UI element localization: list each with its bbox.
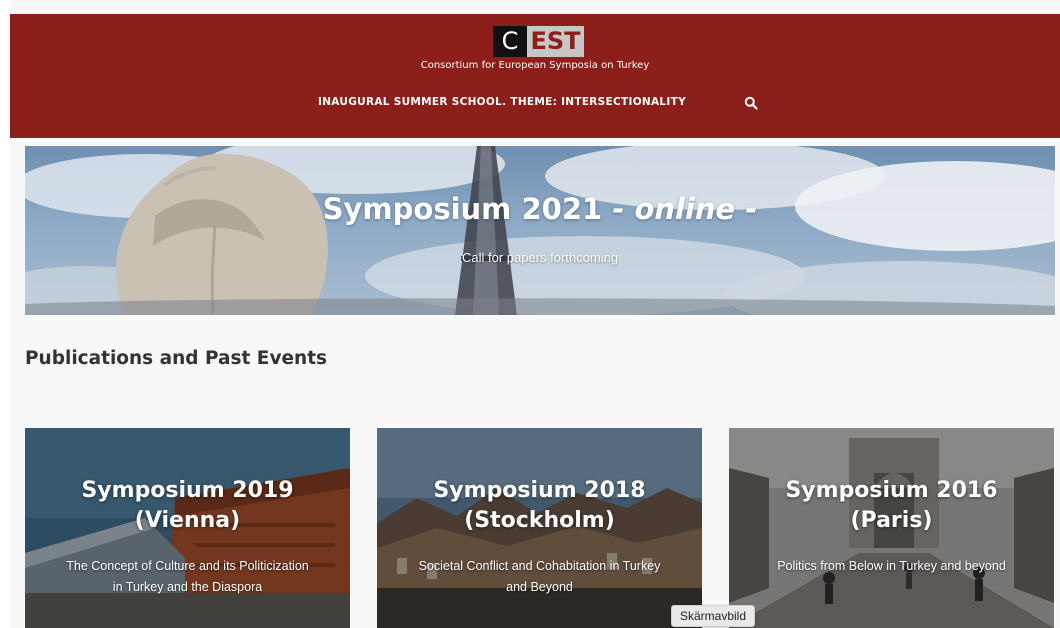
logo-c: C [493,26,527,57]
page: C EST Consortium for European Symposia o… [10,0,1060,628]
hero-background-image [25,146,1055,315]
hero-subtitle: Call for papers forthcoming [461,250,619,265]
search-button[interactable] [744,96,758,110]
card-description: Politics from Below in Turkey and beyond [739,556,1044,577]
hero-title-main: Symposium 2021 [322,192,603,226]
event-card-paris[interactable]: Symposium 2016 (Paris) Politics from Belo… [729,428,1054,628]
card-title-line-1: Symposium 2019 [81,478,294,503]
logo-est: EST [527,26,584,57]
screenshot-tooltip: Skärmavbild [671,605,756,627]
nav-link-summer-school[interactable]: INAUGURAL SUMMER SCHOOL. THEME: INTERSEC… [318,96,686,108]
search-icon [744,96,758,110]
card-title-line-1: Symposium 2018 [433,478,646,503]
site-logo[interactable]: C EST [493,26,584,57]
card-title: Symposium 2016 (Paris) [729,476,1054,536]
event-card-stockholm[interactable]: Symposium 2018 (Stockholm) Societal Confl… [377,428,702,628]
card-desc-line-1: Politics from Below in Turkey and beyond [777,559,1006,573]
card-title-line-2: (Paris) [850,508,933,533]
card-desc-line-2: in Turkey and the Diaspora [112,580,263,594]
card-title-line-2: (Vienna) [134,508,241,533]
card-description: Societal Conflict and Cohabitation in Tu… [387,556,692,598]
card-desc-line-1: Societal Conflict and Cohabitation in Tu… [418,559,661,573]
hero-title-online: - online - [612,192,758,226]
card-title-line-2: (Stockholm) [464,508,615,533]
card-title: Symposium 2019 (Vienna) [25,476,350,536]
section-title: Publications and Past Events [25,348,328,369]
card-description: The Concept of Culture and its Politiciz… [35,556,340,598]
hero-banner: Symposium 2021 - online - Call for paper… [25,146,1055,315]
site-header: C EST Consortium for European Symposia o… [10,14,1060,138]
card-desc-line-2: and Beyond [506,580,573,594]
card-title: Symposium 2018 (Stockholm) [377,476,702,536]
event-card-vienna[interactable]: Symposium 2019 (Vienna) The Concept of Cu… [25,428,350,628]
card-desc-line-1: The Concept of Culture and its Politiciz… [66,559,309,573]
card-title-line-1: Symposium 2016 [785,478,998,503]
site-tagline: Consortium for European Symposia on Turk… [420,60,650,71]
hero-title: Symposium 2021 - online - [25,192,1055,226]
